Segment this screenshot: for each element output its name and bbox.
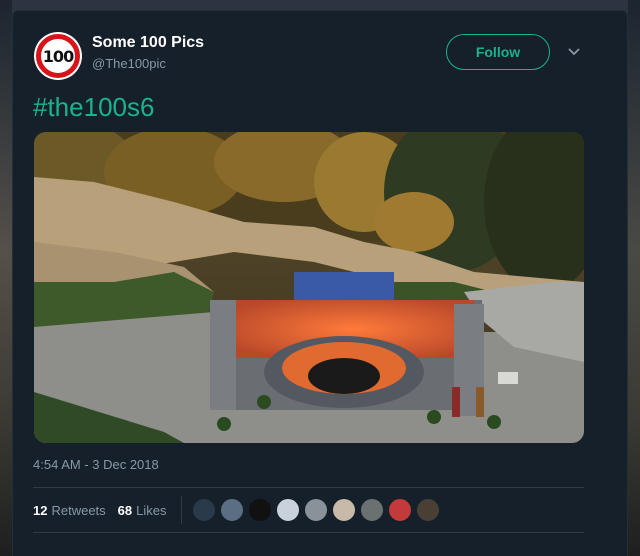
likes-label[interactable]: Likes bbox=[136, 503, 166, 518]
author-display-name[interactable]: Some 100 Pics bbox=[92, 34, 204, 52]
divider-top bbox=[33, 487, 584, 488]
author-handle[interactable]: @The100pic bbox=[92, 56, 166, 71]
tweet-photo[interactable] bbox=[34, 132, 584, 443]
tweet-timestamp[interactable]: 4:54 AM - 3 Dec 2018 bbox=[33, 457, 159, 472]
liker-avatar[interactable] bbox=[275, 498, 300, 522]
likes-count[interactable]: 68 bbox=[118, 503, 132, 518]
liker-avatar[interactable] bbox=[359, 498, 384, 522]
liker-avatar[interactable] bbox=[247, 498, 272, 522]
page-backdrop-left bbox=[0, 0, 12, 556]
retweets-label[interactable]: Retweets bbox=[51, 503, 105, 518]
aerial-stage-photo bbox=[34, 132, 584, 443]
hashtag-link[interactable]: #the100s6 bbox=[33, 92, 154, 123]
likers-avatar-list bbox=[191, 498, 444, 522]
liker-avatar[interactable] bbox=[387, 498, 412, 522]
chevron-down-icon[interactable] bbox=[566, 46, 582, 58]
avatar[interactable]: 100 bbox=[34, 32, 82, 80]
follow-button[interactable]: Follow bbox=[446, 34, 550, 70]
liker-avatar[interactable] bbox=[415, 498, 440, 522]
avatar-text: 100 bbox=[42, 46, 74, 66]
liker-avatar[interactable] bbox=[331, 498, 356, 522]
stats-separator bbox=[180, 496, 182, 524]
liker-avatar[interactable] bbox=[219, 498, 244, 522]
liker-avatar[interactable] bbox=[191, 498, 216, 522]
divider-bottom bbox=[33, 532, 584, 533]
page-backdrop-right bbox=[628, 0, 640, 556]
liker-avatar[interactable] bbox=[303, 498, 328, 522]
engagement-stats: 12 Retweets 68 Likes bbox=[33, 496, 444, 524]
speed-limit-sign-icon: 100 bbox=[36, 34, 80, 78]
retweets-count[interactable]: 12 bbox=[33, 503, 47, 518]
